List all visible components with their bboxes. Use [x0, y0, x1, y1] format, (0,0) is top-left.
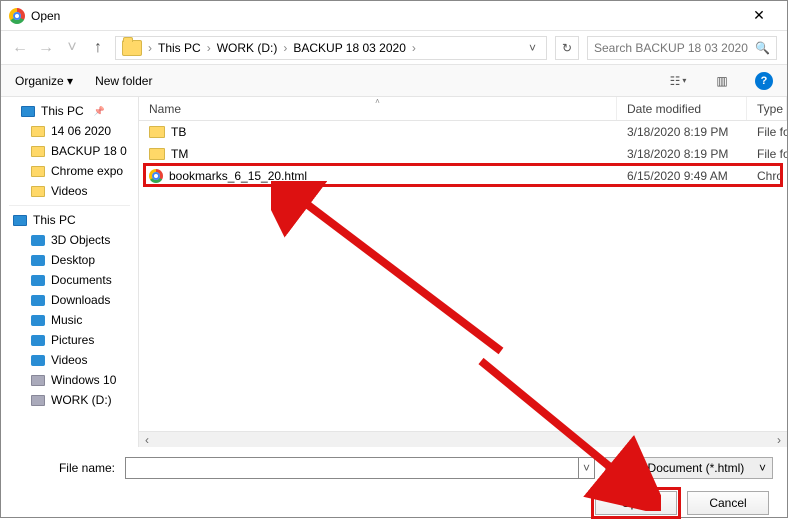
monitor-icon: [13, 215, 27, 226]
scroll-right-icon[interactable]: ›: [771, 433, 787, 447]
search-placeholder: Search BACKUP 18 03 2020: [594, 41, 749, 55]
3d-icon: [31, 235, 45, 246]
folder-icon: [122, 40, 142, 56]
back-button[interactable]: ←: [11, 39, 29, 57]
chevron-right-icon: ›: [412, 41, 416, 55]
chevron-down-icon: ▾: [682, 76, 686, 85]
videos-icon: [31, 355, 45, 366]
tree-item-folder[interactable]: BACKUP 18 0: [1, 141, 138, 161]
new-folder-button[interactable]: New folder: [95, 74, 152, 88]
documents-icon: [31, 275, 45, 286]
chevron-right-icon: ›: [207, 41, 211, 55]
chevron-down-icon: ˅: [759, 461, 766, 475]
disk-icon: [31, 375, 45, 386]
horizontal-scrollbar[interactable]: ‹ ›: [139, 431, 787, 447]
tree-item-thispc[interactable]: This PC: [1, 210, 138, 230]
tree-item-music[interactable]: Music: [1, 310, 138, 330]
help-button[interactable]: ?: [755, 72, 773, 90]
folder-icon: [149, 126, 165, 138]
forward-button[interactable]: →: [37, 39, 55, 57]
tree-item-3dobjects[interactable]: 3D Objects: [1, 230, 138, 250]
pictures-icon: [31, 335, 45, 346]
column-header-date[interactable]: Date modified: [617, 97, 747, 120]
monitor-icon: [21, 106, 35, 117]
file-row-bookmarks[interactable]: bookmarks_6_15_20.html 6/15/2020 9:49 AM…: [139, 165, 787, 187]
organize-menu[interactable]: Organize ▾: [15, 74, 73, 88]
up-button[interactable]: ↑: [89, 39, 107, 57]
file-name-dropdown[interactable]: ˅: [579, 457, 595, 479]
tree-item-downloads[interactable]: Downloads: [1, 290, 138, 310]
breadcrumb-dropdown[interactable]: ˅: [529, 41, 540, 55]
breadcrumb-item[interactable]: This PC: [158, 41, 201, 55]
tree-item-folder[interactable]: Chrome expo: [1, 161, 138, 181]
search-input[interactable]: Search BACKUP 18 03 2020 🔍: [587, 36, 777, 60]
recent-dropdown[interactable]: ˅: [63, 39, 81, 57]
tree-item-desktop[interactable]: Desktop: [1, 250, 138, 270]
tree-item-videos[interactable]: Videos: [1, 350, 138, 370]
tree-item-folder[interactable]: 14 06 2020: [1, 121, 138, 141]
close-button[interactable]: ✕: [739, 7, 779, 24]
breadcrumb-item[interactable]: BACKUP 18 03 2020: [293, 41, 406, 55]
search-icon: 🔍: [755, 41, 770, 55]
folder-icon: [31, 146, 45, 157]
tree-item-drive-d[interactable]: WORK (D:): [1, 390, 138, 410]
tree-item-folder[interactable]: Videos: [1, 181, 138, 201]
downloads-icon: [31, 295, 45, 306]
preview-pane-button[interactable]: ▥: [711, 71, 733, 91]
tree-item-drive-c[interactable]: Windows 10: [1, 370, 138, 390]
chevron-right-icon: ›: [148, 41, 152, 55]
file-name-label: File name:: [15, 461, 115, 475]
column-header-name[interactable]: Name˄: [139, 97, 617, 120]
open-button[interactable]: Open: [595, 491, 677, 515]
chrome-icon: [149, 169, 163, 183]
folder-icon: [31, 126, 45, 137]
file-row-folder[interactable]: TM 3/18/2020 8:19 PM File fo: [139, 143, 787, 165]
folder-icon: [31, 186, 45, 197]
file-name-input[interactable]: [125, 457, 579, 479]
tree-item-thispc-quick[interactable]: This PC: [1, 101, 138, 121]
chevron-down-icon: ▾: [67, 74, 73, 88]
folder-icon: [149, 148, 165, 160]
disk-icon: [31, 395, 45, 406]
cancel-button[interactable]: Cancel: [687, 491, 769, 515]
tree-item-documents[interactable]: Documents: [1, 270, 138, 290]
window-title: Open: [31, 9, 739, 23]
chevron-right-icon: ›: [283, 41, 287, 55]
file-row-folder[interactable]: TB 3/18/2020 8:19 PM File fo: [139, 121, 787, 143]
desktop-icon: [31, 255, 45, 266]
refresh-button[interactable]: ↻: [555, 36, 579, 60]
tree-item-pictures[interactable]: Pictures: [1, 330, 138, 350]
folder-icon: [31, 166, 45, 177]
breadcrumb-item[interactable]: WORK (D:): [217, 41, 278, 55]
breadcrumb[interactable]: › This PC › WORK (D:) › BACKUP 18 03 202…: [115, 36, 547, 60]
music-icon: [31, 315, 45, 326]
file-list[interactable]: Name˄ Date modified Type TB 3/18/2020 8:…: [139, 97, 787, 447]
sort-asc-icon: ˄: [375, 97, 380, 106]
navigation-tree[interactable]: This PC 14 06 2020 BACKUP 18 0 Chrome ex…: [1, 97, 139, 447]
scroll-left-icon[interactable]: ‹: [139, 433, 155, 447]
column-header-type[interactable]: Type: [747, 97, 787, 120]
chrome-icon: [9, 8, 25, 24]
file-type-filter[interactable]: HTML Document (*.html) ˅: [605, 457, 773, 479]
view-options-button[interactable]: ☷ ▾: [667, 71, 689, 91]
